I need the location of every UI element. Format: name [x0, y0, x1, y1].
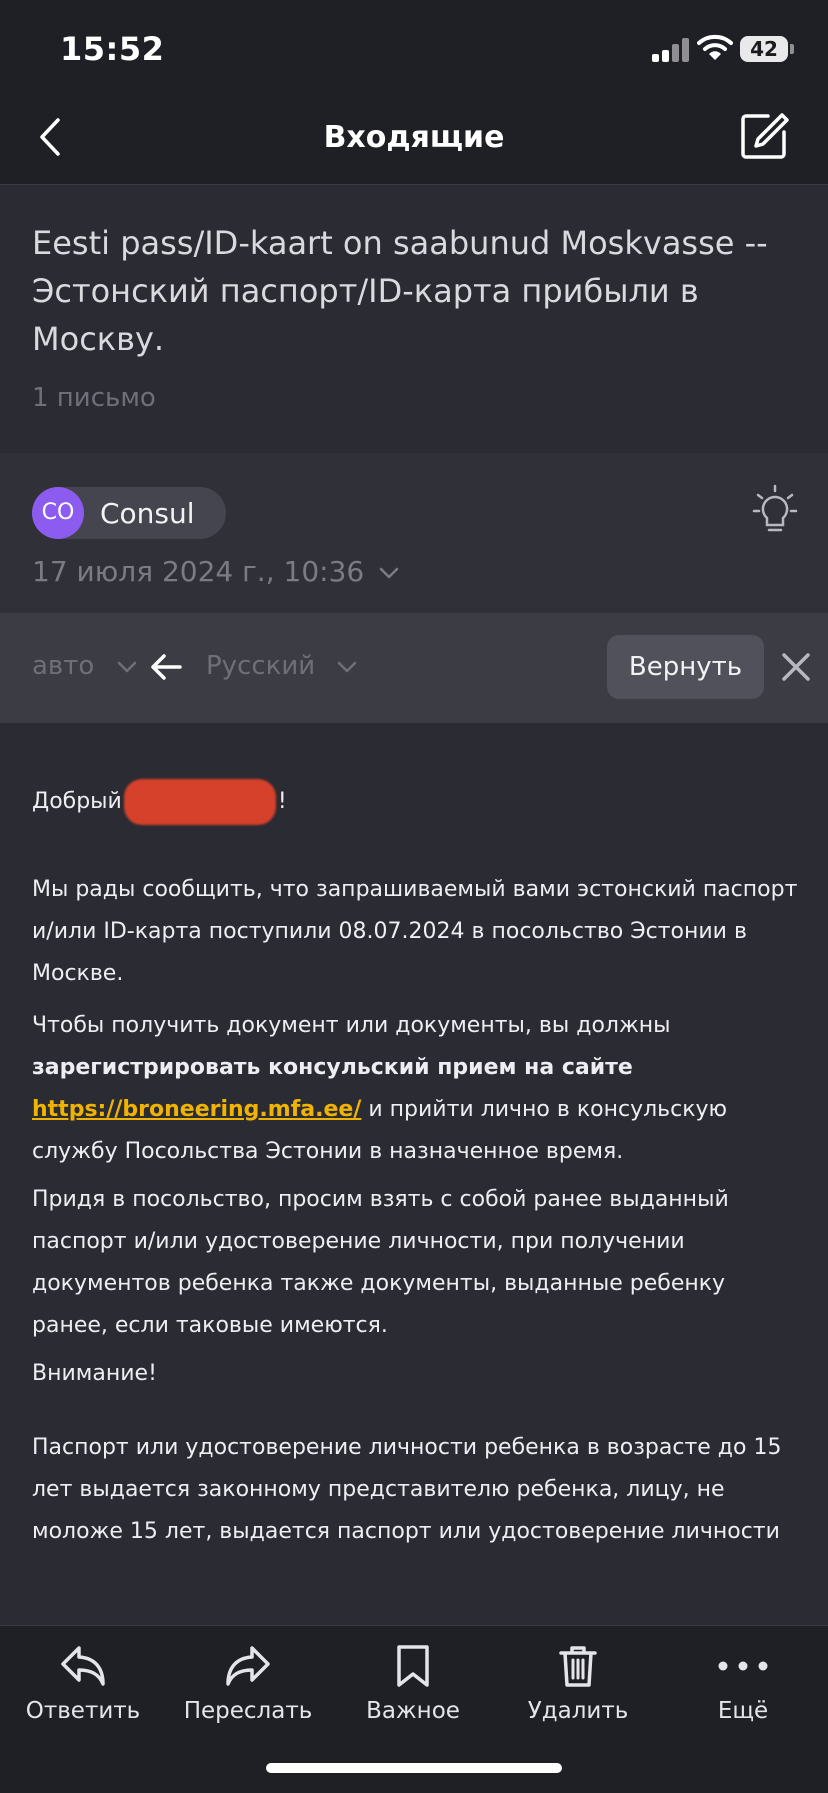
- paragraph-2-start: Чтобы получить документ или документы, в…: [32, 1013, 671, 1038]
- message-body: Добрый! Мы рады сообщить, что запрашивае…: [0, 723, 828, 1625]
- message-header: CO Consul 17 июля 2024 г., 10:36: [0, 453, 828, 613]
- paragraph-4: Внимание!: [32, 1361, 157, 1386]
- more-label: Ещё: [717, 1698, 769, 1724]
- compose-icon[interactable]: [738, 110, 790, 162]
- status-time: 15:52: [60, 30, 165, 68]
- source-language-label: авто: [32, 651, 95, 681]
- wifi-icon: [697, 34, 733, 60]
- greeting-start: Добрый: [32, 789, 122, 814]
- status-bar: 15:52 42: [0, 0, 828, 92]
- message-count: 1 письмо: [32, 383, 156, 413]
- close-icon[interactable]: [780, 651, 812, 683]
- home-indicator: [266, 1763, 562, 1773]
- lightbulb-icon[interactable]: [752, 483, 798, 539]
- battery-tip: [790, 44, 794, 54]
- chevron-down-icon: [117, 661, 136, 672]
- date-text: 17 июля 2024 г., 10:36: [32, 555, 365, 588]
- chevron-down-icon: [338, 661, 357, 672]
- paragraph-2: Чтобы получить документ или документы, в…: [32, 1005, 800, 1173]
- cellular-signal-icon: [652, 36, 692, 62]
- paragraph-5: Паспорт или удостоверение личности ребен…: [32, 1435, 782, 1544]
- reply-button[interactable]: Ответить: [8, 1644, 158, 1724]
- delete-button[interactable]: Удалить: [503, 1644, 653, 1724]
- page-title: Входящие: [323, 120, 505, 155]
- target-language-label: Русский: [206, 651, 316, 681]
- important-button[interactable]: Важное: [338, 1644, 488, 1724]
- forward-label: Переслать: [183, 1698, 313, 1724]
- trash-icon: [559, 1646, 597, 1687]
- forward-icon: [226, 1646, 270, 1686]
- chevron-down-icon: [379, 567, 399, 579]
- source-language-select[interactable]: авто: [32, 651, 137, 681]
- target-language-select[interactable]: Русский: [206, 651, 357, 681]
- paragraph-2-bold: зарегистрировать консульский прием на са…: [32, 1055, 633, 1080]
- more-dots-icon: [718, 1661, 768, 1671]
- bookmark-icon: [397, 1645, 429, 1687]
- booking-link[interactable]: https://broneering.mfa.ee/: [32, 1097, 361, 1122]
- subject-section: Eesti pass/ID-kaart on saabunud Moskvass…: [0, 185, 828, 453]
- reply-icon: [61, 1646, 105, 1686]
- important-label: Важное: [366, 1698, 460, 1724]
- delete-label: Удалить: [527, 1698, 629, 1724]
- paragraph-1: Мы рады сообщить, что запрашиваемый вами…: [32, 877, 798, 986]
- sender-chip[interactable]: CO Consul: [32, 487, 226, 539]
- translation-bar: авто Русский Вернуть: [0, 613, 828, 723]
- email-subject: Eesti pass/ID-kaart on saabunud Moskvass…: [32, 224, 768, 358]
- greeting: Добрый!: [32, 779, 800, 825]
- avatar: CO: [32, 487, 84, 539]
- arrow-left-icon: [151, 654, 182, 680]
- more-button[interactable]: Ещё: [668, 1644, 818, 1724]
- navigation-bar: Входящие: [0, 92, 828, 185]
- bottom-toolbar: Ответить Переслать Важное Удалить Ещё: [0, 1625, 828, 1793]
- sender-name: Consul: [100, 497, 195, 530]
- paragraph-3: Придя в посольство, просим взять с собой…: [32, 1187, 729, 1338]
- redacted-name: [123, 779, 276, 825]
- greeting-end: !: [277, 789, 287, 814]
- revert-translation-button[interactable]: Вернуть: [607, 635, 764, 699]
- reply-label: Ответить: [25, 1698, 141, 1724]
- message-date[interactable]: 17 июля 2024 г., 10:36: [32, 555, 399, 588]
- forward-button[interactable]: Переслать: [173, 1644, 323, 1724]
- battery-level: 42: [740, 36, 788, 62]
